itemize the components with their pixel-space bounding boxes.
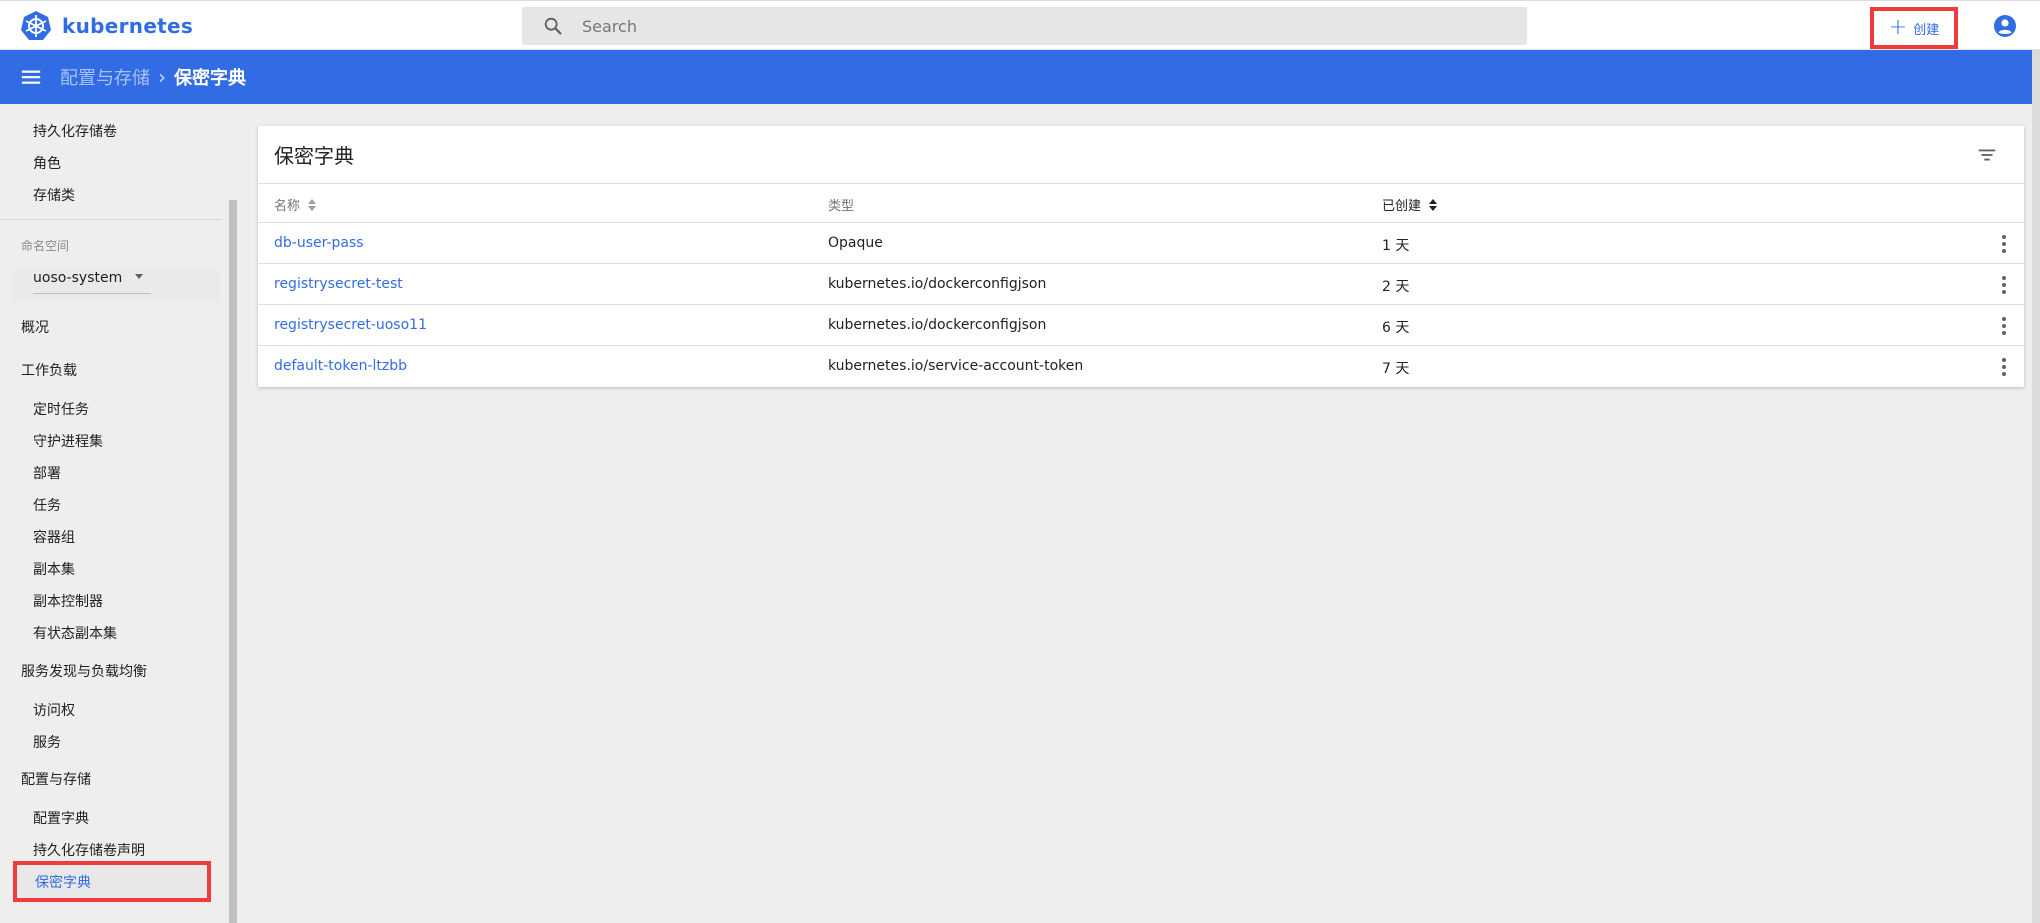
secrets-card: 保密字典 名称 类型 已创建 db-user-pass Opaque 1 天 r… <box>258 126 2024 387</box>
secret-type: kubernetes.io/dockerconfigjson <box>828 317 1047 333</box>
sidebar-divider <box>0 219 222 220</box>
dropdown-caret-icon <box>135 274 143 279</box>
create-button[interactable]: + 创建 <box>1870 7 1958 49</box>
sort-active-icon <box>1429 198 1438 211</box>
column-header-type-label: 类型 <box>828 199 855 214</box>
sort-icon <box>308 198 317 211</box>
kubernetes-logo[interactable]: kubernetes <box>20 10 193 42</box>
top-bar: kubernetes + 创建 <box>0 0 2040 50</box>
sidebar-item-secrets-label: 保密字典 <box>35 874 91 891</box>
sidebar-item-replication-controllers[interactable]: 副本控制器 <box>33 591 103 611</box>
namespace-label: 命名空间 <box>21 239 70 253</box>
secret-name-link[interactable]: db-user-pass <box>274 235 364 251</box>
right-edge-strip <box>2032 50 2040 923</box>
search-bar[interactable] <box>522 7 1527 45</box>
secret-name-link[interactable]: registrysecret-uoso11 <box>274 317 427 333</box>
sidebar-item-cronjobs[interactable]: 定时任务 <box>33 399 89 419</box>
table-row: registrysecret-test kubernetes.io/docker… <box>258 264 2024 305</box>
secret-age: 7 天 <box>1382 361 1410 377</box>
column-header-created-label: 已创建 <box>1382 199 1422 214</box>
search-icon <box>544 17 562 35</box>
sidebar-item-configmaps[interactable]: 配置字典 <box>33 808 89 828</box>
secret-type: kubernetes.io/dockerconfigjson <box>828 276 1047 292</box>
column-header-name-label: 名称 <box>274 199 301 214</box>
app-name: kubernetes <box>62 14 194 38</box>
secret-type: kubernetes.io/service-account-token <box>828 358 1084 374</box>
sidebar-item-jobs[interactable]: 任务 <box>33 495 61 515</box>
sidebar-item-services[interactable]: 服务 <box>33 732 61 752</box>
column-header-created[interactable]: 已创建 <box>1382 195 1438 214</box>
sidebar-section-workloads[interactable]: 工作负载 <box>21 360 77 380</box>
sidebar-section-config-storage[interactable]: 配置与存储 <box>21 769 91 789</box>
sidebar-item-persistent-volumes[interactable]: 持久化存储卷 <box>33 121 117 141</box>
secret-name-link[interactable]: default-token-ltzbb <box>274 358 407 374</box>
secret-age: 6 天 <box>1382 320 1410 336</box>
secret-name-link[interactable]: registrysecret-test <box>274 276 403 292</box>
sidebar-item-deployments[interactable]: 部署 <box>33 463 61 483</box>
more-vert-icon[interactable] <box>1994 274 2014 296</box>
sidebar-item-secrets[interactable]: 保密字典 <box>13 861 211 902</box>
table-header: 名称 类型 已创建 <box>258 183 2024 223</box>
sidebar-item-overview[interactable]: 概况 <box>21 317 49 337</box>
sidebar-item-daemonsets[interactable]: 守护进程集 <box>33 431 103 451</box>
plus-icon: + <box>1888 15 1908 40</box>
breadcrumb-separator-icon: › <box>158 65 166 89</box>
sidebar-item-replicasets[interactable]: 副本集 <box>33 559 75 579</box>
more-vert-icon[interactable] <box>1994 233 2014 255</box>
table-row: default-token-ltzbb kubernetes.io/servic… <box>258 346 2024 387</box>
breadcrumb-current: 保密字典 <box>174 68 246 89</box>
namespace-select[interactable]: uoso-system <box>33 262 151 294</box>
sidebar-section-discovery[interactable]: 服务发现与负载均衡 <box>21 661 147 681</box>
breadcrumb-parent-link[interactable]: 配置与存储 <box>60 64 150 90</box>
sidebar-item-pods[interactable]: 容器组 <box>33 527 75 547</box>
search-input[interactable] <box>582 16 1482 36</box>
sidebar-item-storage-classes[interactable]: 存储类 <box>33 185 75 205</box>
column-header-type: 类型 <box>828 195 854 214</box>
kubernetes-logo-icon <box>21 11 51 40</box>
sidebar-item-roles[interactable]: 角色 <box>33 153 61 173</box>
sidebar-item-statefulsets[interactable]: 有状态副本集 <box>33 623 117 643</box>
more-vert-icon[interactable] <box>1994 315 2014 337</box>
secret-age: 1 天 <box>1382 238 1410 254</box>
table-row: db-user-pass Opaque 1 天 <box>258 223 2024 264</box>
secret-type: Opaque <box>828 235 883 251</box>
filter-icon[interactable] <box>1976 144 1998 166</box>
more-vert-icon[interactable] <box>1994 356 2014 378</box>
secret-age: 2 天 <box>1382 279 1410 295</box>
breadcrumb-bar: 配置与存储 › 保密字典 <box>0 50 2040 104</box>
create-button-label: 创建 <box>1913 22 1940 38</box>
sidebar-item-pvcs[interactable]: 持久化存储卷声明 <box>33 840 145 860</box>
sidebar-nav: 持久化存储卷 角色 存储类 命名空间 uoso-system 概况 工作负载 定… <box>0 104 222 923</box>
hamburger-menu-icon[interactable] <box>20 66 42 88</box>
column-header-name[interactable]: 名称 <box>274 195 317 214</box>
namespace-value: uoso-system <box>33 269 123 286</box>
table-row: registrysecret-uoso11 kubernetes.io/dock… <box>258 305 2024 346</box>
card-title: 保密字典 <box>274 144 354 168</box>
account-icon[interactable] <box>1993 14 2017 38</box>
table-body: db-user-pass Opaque 1 天 registrysecret-t… <box>258 223 2024 387</box>
sidebar-item-ingresses[interactable]: 访问权 <box>33 700 75 720</box>
sidebar-scrollbar[interactable] <box>229 200 237 923</box>
